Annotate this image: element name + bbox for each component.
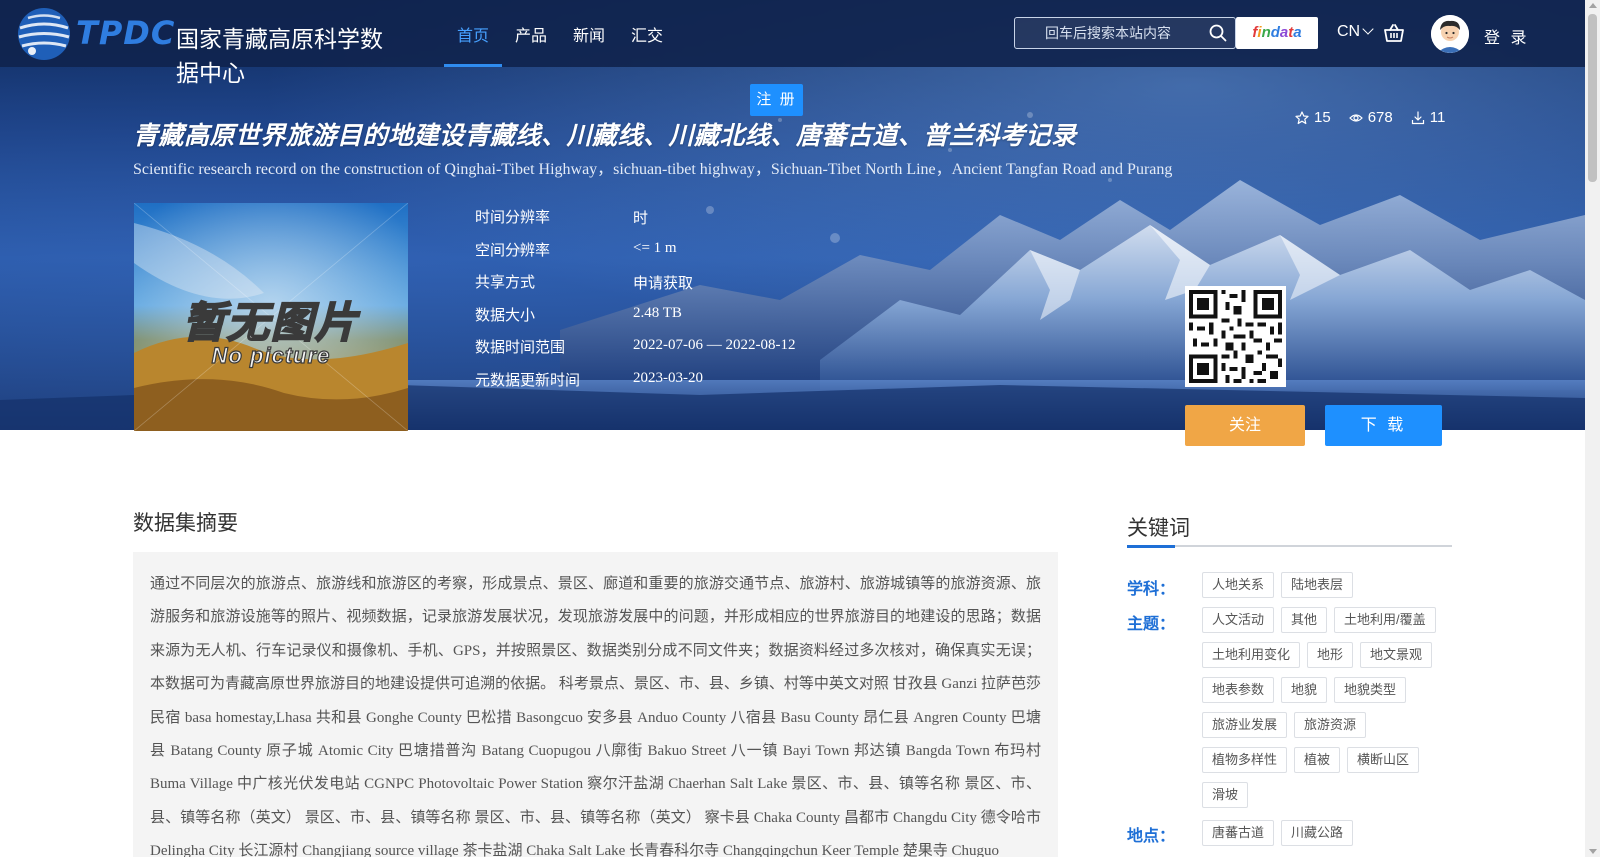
abstract-box: 通过不同层次的旅游点、旅游线和旅游区的考察，形成景点、景区、廊道和重要的旅游交通… (133, 552, 1058, 857)
meta-row: 共享方式 申请获取 (475, 268, 895, 301)
language-switch[interactable]: CN (1337, 23, 1374, 41)
keyword-tag[interactable]: 土地利用/覆盖 (1334, 607, 1436, 633)
keywords-divider-accent (1127, 545, 1175, 548)
dataset-stats: 15 678 11 (1295, 109, 1445, 126)
keyword-tags-theme: 人文活动 其他 土地利用/覆盖 土地利用变化 地形 地文景观 地表参数 地貌 地… (1202, 607, 1452, 808)
language-label: CN (1337, 23, 1361, 40)
meta-label-updated: 元数据更新时间 (475, 371, 581, 389)
keyword-group-label-theme: 主题： (1127, 616, 1176, 633)
eye-icon (1348, 113, 1363, 122)
search-box (1014, 17, 1236, 49)
nav-item-products[interactable]: 产品 (502, 0, 560, 67)
meta-value-updated: 2023-03-20 (633, 369, 703, 386)
globe-logo-icon (18, 8, 70, 60)
meta-row: 时间分辨率 时 (475, 203, 895, 236)
search-input[interactable] (1015, 18, 1205, 48)
keyword-tags-place: 唐蕃古道 川藏公路 (1202, 820, 1452, 846)
dataset-thumbnail: 暂无图片 No picture (134, 203, 408, 431)
keyword-tag[interactable]: 横断山区 (1347, 747, 1420, 773)
dataset-metadata: 时间分辨率 时 空间分辨率 <= 1 m 共享方式 申请获取 数据大小 2.48… (475, 203, 895, 398)
no-picture-text-cn: 暂无图片 (182, 298, 359, 347)
views-stat: 678 (1348, 109, 1393, 126)
scroll-up-arrow-icon[interactable] (1589, 3, 1597, 8)
meta-value-time-resolution: 时 (633, 211, 649, 227)
meta-row: 元数据更新时间 2023-03-20 (475, 366, 895, 399)
no-picture-text-en: No picture (211, 342, 331, 368)
keyword-tag[interactable]: 唐蕃古道 (1202, 820, 1275, 846)
meta-value-time-range: 2022-07-06 — 2022-08-12 (633, 337, 796, 353)
keyword-tag[interactable]: 人地关系 (1202, 572, 1275, 598)
keyword-tag[interactable]: 地文景观 (1360, 642, 1433, 668)
downloads-count: 11 (1429, 109, 1446, 126)
dataset-title-en: Scientific research record on the constr… (133, 161, 1173, 178)
keyword-tag[interactable]: 地貌 (1281, 677, 1328, 703)
stars-stat: 15 (1295, 109, 1331, 126)
logo-abbreviation: TPDC (76, 14, 176, 52)
stars-count: 15 (1314, 109, 1331, 126)
meta-value-sharing-mode: 申请获取 (633, 276, 694, 292)
dataset-title-cn: 青藏高原世界旅游目的地建设青藏线、川藏线、川藏北线、唐蕃古道、普兰科考记录 (133, 122, 1077, 150)
nav-item-home[interactable]: 首页 (444, 0, 503, 67)
keyword-tag[interactable]: 人文活动 (1202, 607, 1275, 633)
keyword-group-label-subject: 学科： (1127, 581, 1176, 598)
views-count: 678 (1367, 109, 1393, 126)
page: TPDC 国家青藏高原科学数据中心 首页 产品 新闻 汇交 findata CN (0, 0, 1600, 857)
keyword-tag[interactable]: 植被 (1294, 747, 1341, 773)
downloads-stat: 11 (1411, 109, 1446, 126)
meta-row: 数据大小 2.48 TB (475, 301, 895, 334)
keyword-tag[interactable]: 川藏公路 (1281, 820, 1354, 846)
meta-row: 空间分辨率 <= 1 m (475, 236, 895, 269)
abstract-heading: 数据集摘要 (133, 512, 238, 535)
keyword-tag[interactable]: 滑坡 (1202, 782, 1249, 808)
user-avatar[interactable] (1431, 15, 1469, 53)
search-icon[interactable] (1209, 24, 1227, 42)
meta-label-sharing-mode: 共享方式 (475, 274, 536, 291)
scroll-down-arrow-icon[interactable] (1589, 849, 1597, 854)
keyword-tag[interactable]: 旅游资源 (1294, 712, 1367, 738)
nav-item-submit[interactable]: 汇交 (618, 0, 676, 67)
keyword-tag[interactable]: 旅游业发展 (1202, 712, 1288, 738)
star-icon (1295, 110, 1309, 124)
findata-logo-button[interactable]: findata (1236, 17, 1318, 49)
meta-label-time-resolution: 时间分辨率 (475, 209, 551, 226)
keyword-tag[interactable]: 其他 (1281, 607, 1328, 633)
keywords-divider (1127, 545, 1452, 547)
chevron-down-icon (1362, 23, 1374, 35)
top-navbar: TPDC 国家青藏高原科学数据中心 首页 产品 新闻 汇交 findata CN (0, 0, 1585, 86)
abstract-text: 通过不同层次的旅游点、旅游线和旅游区的考察，形成景点、景区、廊道和重要的旅游交通… (150, 576, 1041, 857)
keyword-tag[interactable]: 陆地表层 (1281, 572, 1354, 598)
keyword-tag[interactable]: 土地利用变化 (1202, 642, 1301, 668)
keyword-tag[interactable]: 地貌类型 (1334, 677, 1407, 703)
nav-item-news[interactable]: 新闻 (560, 0, 618, 67)
meta-label-time-range: 数据时间范围 (475, 339, 566, 356)
meta-value-data-size: 2.48 TB (633, 304, 682, 321)
register-button[interactable]: 注 册 (750, 84, 803, 116)
login-link[interactable]: 登 录 (1484, 24, 1529, 48)
keyword-tag[interactable]: 地形 (1307, 642, 1354, 668)
user-avatar-icon (1431, 15, 1469, 53)
keyword-group-label-place: 地点： (1127, 828, 1176, 845)
follow-button[interactable]: 关注 (1185, 405, 1305, 446)
main-nav: 首页 产品 新闻 汇交 (444, 0, 676, 67)
site-logo[interactable]: TPDC 国家青藏高原科学数据中心 (14, 4, 394, 86)
meta-row: 数据时间范围 2022-07-06 — 2022-08-12 (475, 333, 895, 366)
basket-icon[interactable] (1383, 22, 1405, 44)
download-icon (1411, 110, 1424, 124)
keywords-heading: 关键词 (1127, 517, 1190, 540)
meta-label-data-size: 数据大小 (475, 306, 536, 324)
meta-value-spatial-resolution: <= 1 m (633, 239, 677, 256)
logo-site-name: 国家青藏高原科学数据中心 (176, 26, 383, 86)
download-button[interactable]: 下 载 (1325, 405, 1442, 446)
keyword-tags-subject: 人地关系 陆地表层 (1202, 572, 1452, 598)
meta-label-spatial-resolution: 空间分辨率 (475, 241, 551, 259)
page-scrollbar[interactable] (1585, 0, 1600, 857)
scrollbar-thumb[interactable] (1588, 14, 1597, 182)
keyword-tag[interactable]: 植物多样性 (1202, 747, 1288, 773)
keyword-tag[interactable]: 地表参数 (1202, 677, 1275, 703)
qr-code (1185, 286, 1286, 387)
